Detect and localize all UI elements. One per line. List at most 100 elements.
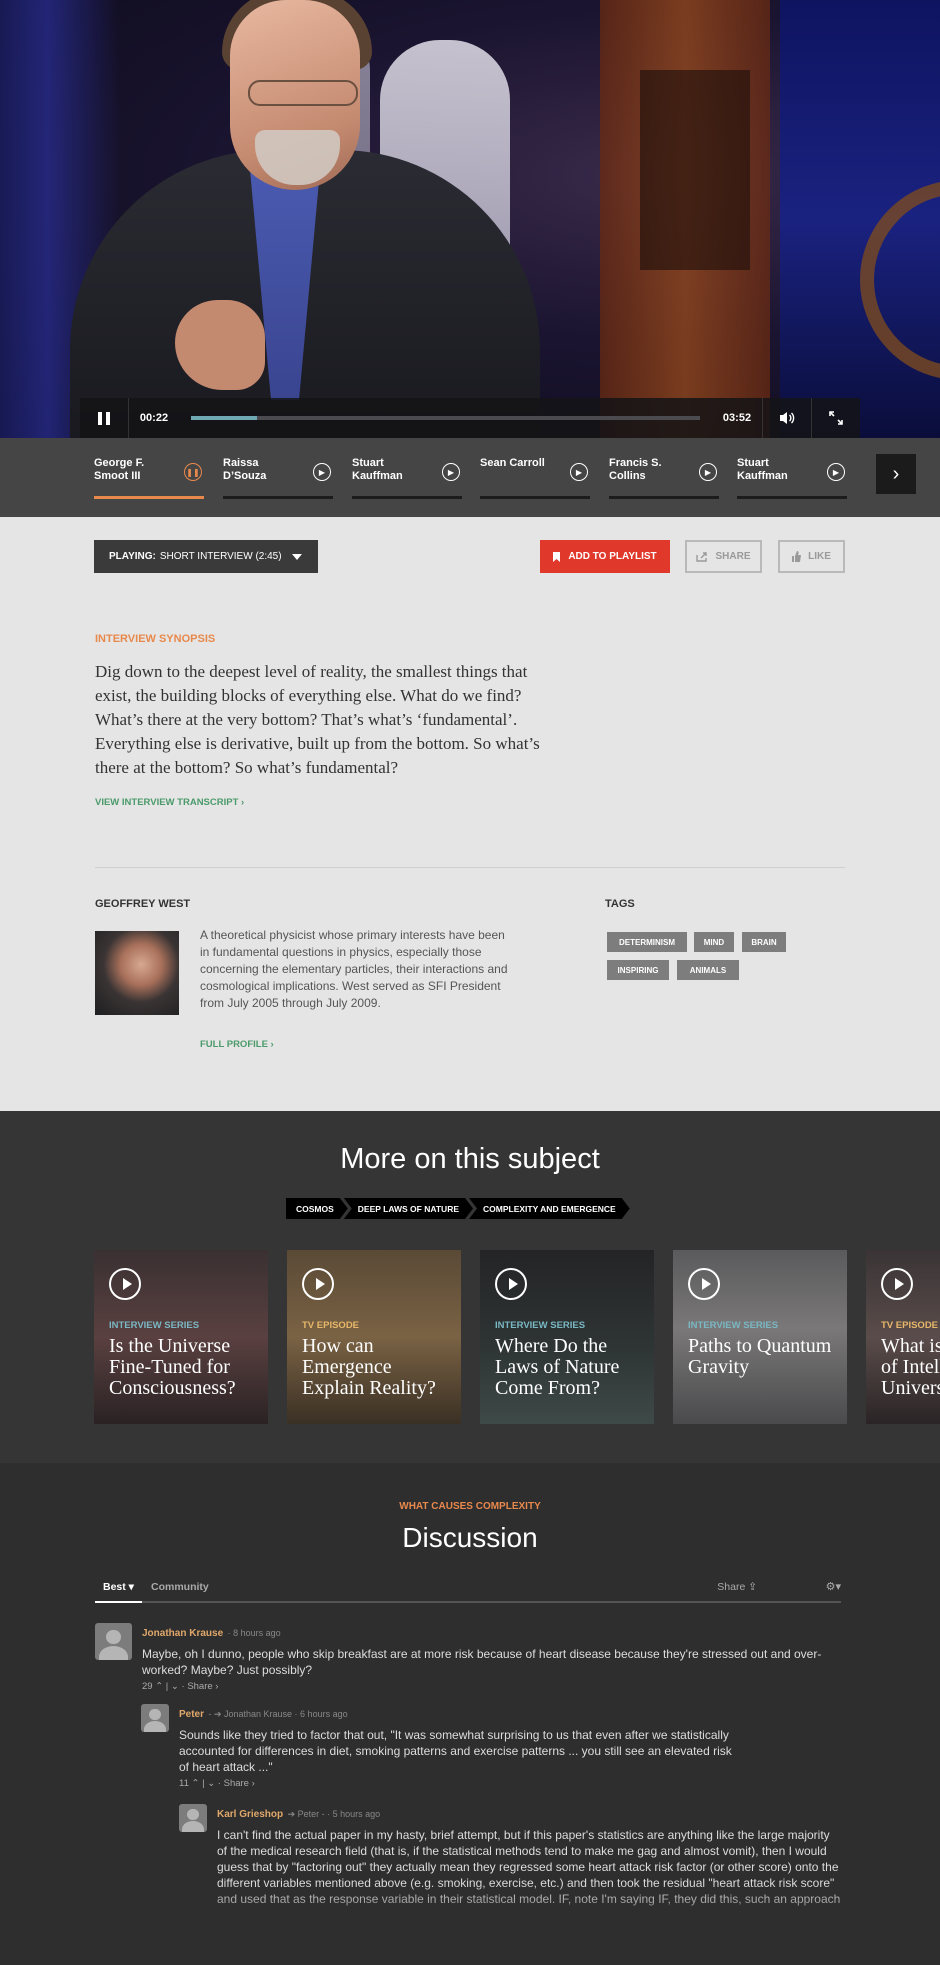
tag[interactable]: DETERMINISM bbox=[607, 932, 687, 952]
version-select[interactable]: PLAYING: SHORT INTERVIEW (2:45) bbox=[94, 540, 318, 573]
current-time: 00:22 bbox=[139, 412, 169, 424]
tab-best[interactable]: Best ▾ bbox=[95, 1577, 142, 1603]
speaker-name: GEOFFREY WEST bbox=[95, 898, 191, 910]
avatar[interactable] bbox=[95, 1623, 132, 1660]
play-icon bbox=[302, 1268, 334, 1300]
progress-bar[interactable] bbox=[191, 416, 700, 420]
discussion-share-button[interactable]: Share ⇪ bbox=[717, 1577, 757, 1597]
avatar[interactable] bbox=[179, 1804, 207, 1832]
chapter-name: Stuart Kauffman bbox=[352, 457, 403, 482]
playing-value: SHORT INTERVIEW (2:45) bbox=[159, 551, 282, 562]
add-to-playlist-button[interactable]: ADD TO PLAYLIST bbox=[540, 540, 670, 573]
synopsis-text: Dig down to the deepest level of reality… bbox=[95, 662, 540, 777]
discussion: WHAT CAUSES COMPLEXITY Discussion Best ▾… bbox=[0, 1463, 940, 1965]
discussion-kicker: WHAT CAUSES COMPLEXITY bbox=[399, 1501, 541, 1512]
tag[interactable]: MIND bbox=[694, 932, 734, 952]
thumbs-up-icon bbox=[792, 551, 802, 562]
play-icon bbox=[495, 1268, 527, 1300]
video-frame-backdrop bbox=[640, 70, 750, 270]
chapter-name: Raissa D’Souza bbox=[223, 457, 267, 482]
card-title: How can Emergence Explain Reality? bbox=[302, 1335, 436, 1399]
fullscreen-button[interactable] bbox=[812, 398, 860, 438]
comment-actions[interactable]: 29 ⌃ | ⌄ · Share › bbox=[142, 1681, 842, 1692]
breadcrumb-item[interactable]: COMPLEXITY AND EMERGENCE bbox=[469, 1198, 630, 1219]
related-card[interactable]: INTERVIEW SERIES Paths to Quantum Gravit… bbox=[673, 1250, 847, 1424]
comment-author[interactable]: Jonathan Krause bbox=[142, 1628, 223, 1639]
related-card[interactable]: TV EPISODE What is the Future of Intelli… bbox=[866, 1250, 940, 1424]
card-kind: TV EPISODE bbox=[881, 1320, 939, 1331]
comment-meta: · 8 hours ago bbox=[227, 1628, 281, 1638]
duration: 03:52 bbox=[722, 412, 752, 424]
chapter-name: Sean Carroll bbox=[480, 457, 545, 469]
chapter-item[interactable]: George F. Smoot III ❚❚ bbox=[94, 457, 204, 499]
bookmark-icon bbox=[553, 551, 561, 562]
pause-button[interactable] bbox=[80, 398, 128, 438]
tag[interactable]: INSPIRING bbox=[607, 960, 669, 980]
video-player[interactable]: 00:22 03:52 bbox=[0, 0, 940, 438]
card-kind: INTERVIEW SERIES bbox=[495, 1320, 586, 1331]
play-icon: ▶ bbox=[827, 463, 845, 481]
card-title: Is the Universe Fine-Tuned for Conscious… bbox=[109, 1335, 236, 1399]
next-chapters-button[interactable]: › bbox=[876, 454, 916, 494]
like-button[interactable]: LIKE bbox=[778, 540, 845, 573]
speaker-figure bbox=[175, 300, 265, 390]
section-divider bbox=[95, 867, 845, 868]
pause-icon: ❚❚ bbox=[184, 463, 202, 481]
breadcrumb-item[interactable]: DEEP LAWS OF NATURE bbox=[344, 1198, 473, 1219]
play-icon: ▶ bbox=[442, 463, 460, 481]
chapter-item[interactable]: Stuart Kauffman ▶ bbox=[737, 457, 847, 499]
card-title: Paths to Quantum Gravity bbox=[688, 1335, 832, 1378]
chapter-item[interactable]: Francis S. Collins ▶ bbox=[609, 457, 719, 499]
comment-body: Sounds like they tried to factor that ou… bbox=[179, 1728, 732, 1774]
comment-meta: ➔ Peter - · 5 hours ago bbox=[287, 1809, 381, 1819]
playing-prefix: PLAYING: bbox=[109, 551, 156, 562]
section-title: More on this subject bbox=[340, 1143, 600, 1175]
play-icon: ▶ bbox=[313, 463, 331, 481]
discussion-title: Discussion bbox=[402, 1522, 538, 1553]
volume-button[interactable] bbox=[763, 398, 811, 438]
share-icon bbox=[696, 551, 708, 562]
avatar[interactable] bbox=[141, 1704, 169, 1732]
settings-icon[interactable]: ⚙▾ bbox=[826, 1577, 841, 1597]
share-label: SHARE bbox=[715, 551, 751, 562]
tab-community[interactable]: Community bbox=[151, 1577, 209, 1597]
pause-icon bbox=[98, 411, 110, 425]
related-card[interactable]: TV EPISODE How can Emergence Explain Rea… bbox=[287, 1250, 461, 1424]
tag[interactable]: BRAIN bbox=[742, 932, 786, 952]
breadcrumb-item[interactable]: COSMOS bbox=[286, 1198, 348, 1219]
tag[interactable]: ANIMALS bbox=[677, 960, 739, 980]
view-transcript-link[interactable]: VIEW INTERVIEW TRANSCRIPT › bbox=[95, 797, 244, 808]
discussion-tabs: Best ▾ Community Share ⇪ ⚙▾ bbox=[95, 1577, 841, 1603]
chapter-item[interactable]: Sean Carroll ▶ bbox=[480, 457, 590, 499]
synopsis-label: INTERVIEW SYNOPSIS bbox=[95, 633, 216, 645]
chapter-name: Stuart Kauffman bbox=[737, 457, 788, 482]
comment-actions[interactable]: 11 ⌃ | ⌄ · Share › bbox=[179, 1778, 739, 1789]
play-icon: ▶ bbox=[570, 463, 588, 481]
chapter-item[interactable]: Stuart Kauffman ▶ bbox=[352, 457, 462, 499]
card-kind: INTERVIEW SERIES bbox=[109, 1320, 200, 1331]
share-button[interactable]: SHARE bbox=[685, 540, 762, 573]
progress-fill bbox=[191, 416, 258, 420]
card-kind: INTERVIEW SERIES bbox=[688, 1320, 779, 1331]
play-icon bbox=[109, 1268, 141, 1300]
add-to-playlist-label: ADD TO PLAYLIST bbox=[568, 551, 657, 562]
play-icon bbox=[881, 1268, 913, 1300]
like-label: LIKE bbox=[808, 551, 831, 562]
related-card[interactable]: INTERVIEW SERIES Where Do the Laws of Na… bbox=[480, 1250, 654, 1424]
fullscreen-icon bbox=[829, 411, 843, 425]
speaker-photo bbox=[95, 931, 179, 1015]
speaker-bio: A theoretical physicist whose primary in… bbox=[200, 928, 508, 1010]
full-profile-link[interactable]: FULL PROFILE › bbox=[200, 1039, 274, 1050]
play-icon: ▶ bbox=[699, 463, 717, 481]
comment-author[interactable]: Karl Grieshop bbox=[217, 1809, 283, 1820]
interview-info: PLAYING: SHORT INTERVIEW (2:45) ADD TO P… bbox=[0, 517, 940, 1111]
related-card[interactable]: INTERVIEW SERIES Is the Universe Fine-Tu… bbox=[94, 1250, 268, 1424]
tags-label: TAGS bbox=[605, 898, 635, 910]
chapter-item[interactable]: Raissa D’Souza ▶ bbox=[223, 457, 333, 499]
card-title: What is the Future of Intelligent Univer… bbox=[881, 1335, 940, 1399]
chapter-name: George F. Smoot III bbox=[94, 457, 145, 482]
comment-author[interactable]: Peter bbox=[179, 1709, 204, 1720]
speaker-figure bbox=[248, 80, 358, 106]
play-icon bbox=[688, 1268, 720, 1300]
card-title: Where Do the Laws of Nature Come From? bbox=[495, 1335, 620, 1399]
